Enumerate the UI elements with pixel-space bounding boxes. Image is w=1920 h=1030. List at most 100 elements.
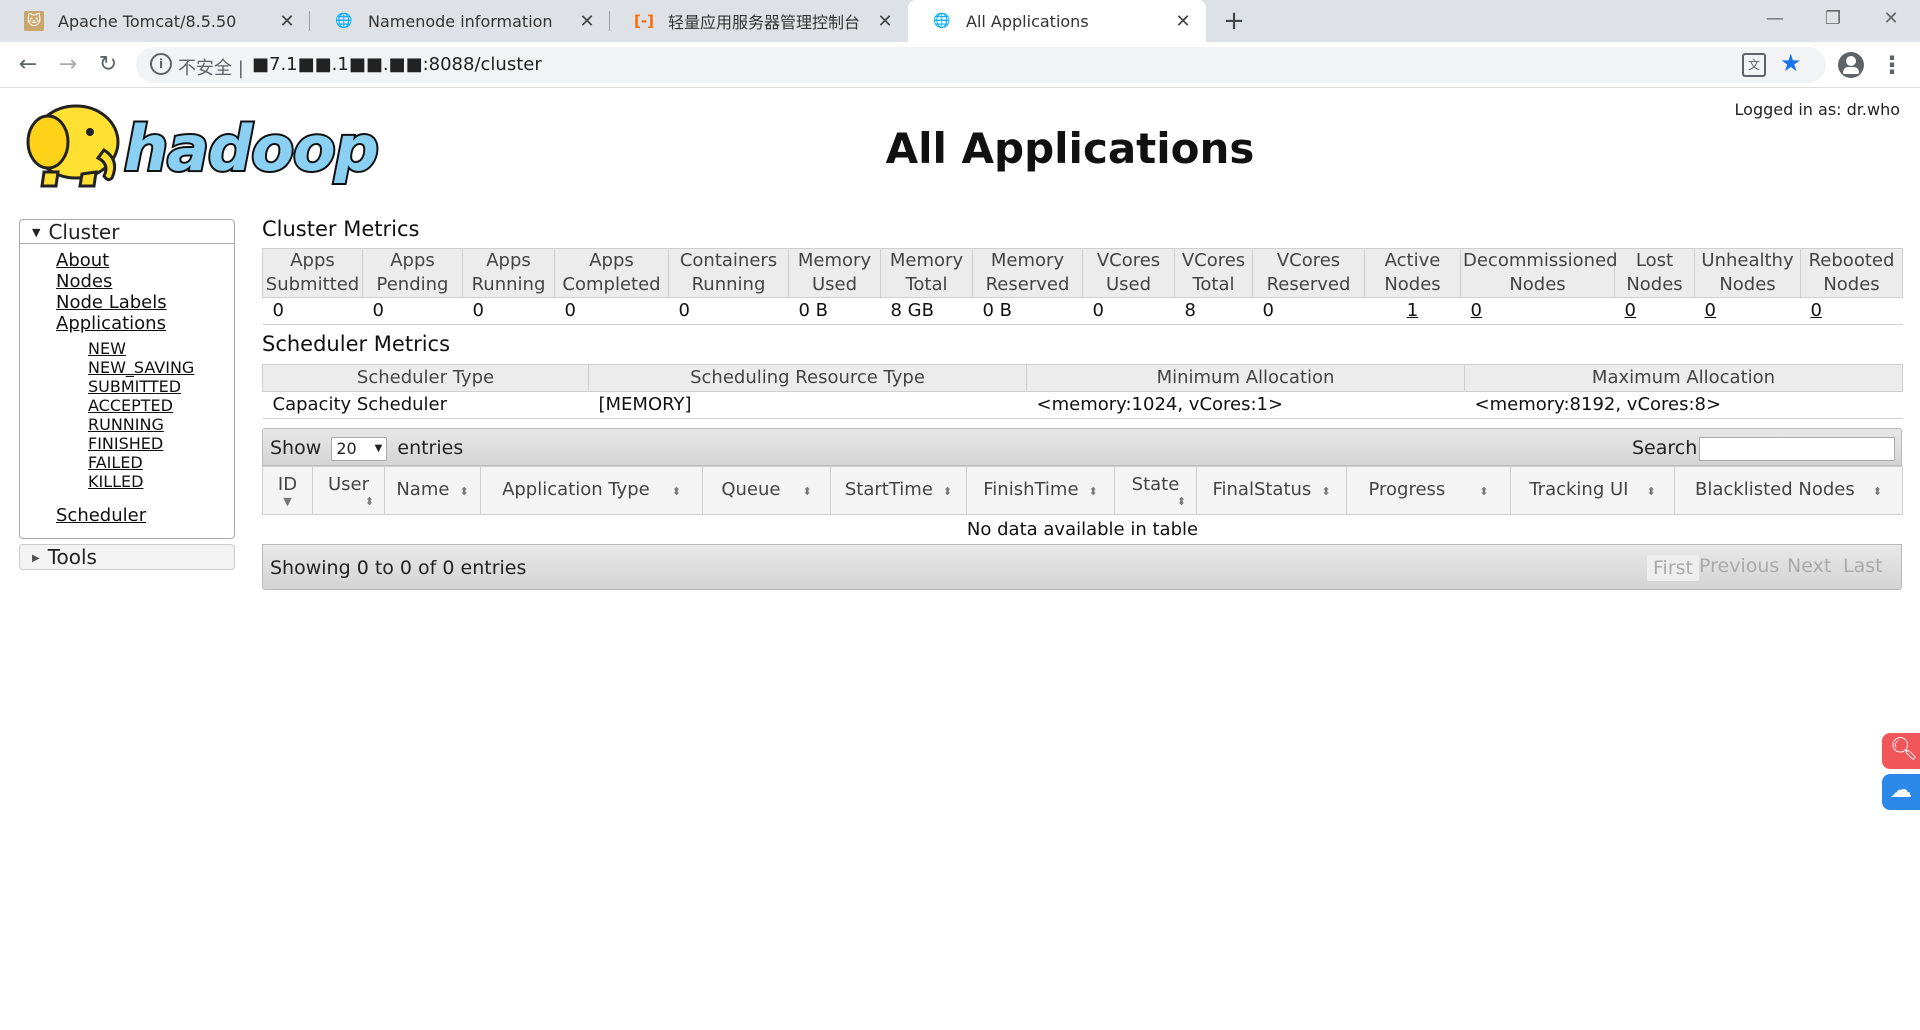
nav-link-state-killed[interactable]: KILLED [88, 472, 143, 491]
translate-icon[interactable]: 文 [1742, 53, 1766, 77]
col-scheduler-type: Scheduler Type [262, 364, 589, 392]
profile-avatar-icon[interactable] [1838, 52, 1864, 78]
address-bar[interactable]: i 不安全 | ■7.1■■.1■■.■■:8088/cluster 文 ★ [136, 47, 1826, 83]
pager-next-button[interactable]: Next [1787, 555, 1831, 577]
nav-link-nodes[interactable]: Nodes [56, 271, 112, 292]
col-name[interactable]: Name ⬍ [384, 466, 481, 515]
cloud-icon: ☁ [1890, 778, 1912, 803]
sort-icon: ⬍ [1872, 484, 1882, 498]
table-cell: 0 [668, 297, 789, 325]
reload-icon[interactable]: ↻ [92, 49, 124, 81]
forward-icon[interactable]: → [52, 49, 84, 81]
decommissioned-nodes-link[interactable]: 0 [1460, 297, 1615, 325]
empty-message: No data available in table [966, 519, 1199, 540]
url-text[interactable]: ■7.1■■.1■■.■■:8088/cluster [252, 54, 542, 75]
nav-link-state-failed[interactable]: FAILED [88, 453, 143, 472]
logged-in-label: Logged in as: dr.who [1734, 100, 1900, 119]
rebooted-nodes-link[interactable]: 0 [1800, 297, 1903, 325]
aliyun-icon: [-] [634, 12, 654, 30]
browser-menu-icon[interactable]: ⋮ [1880, 51, 1904, 79]
nav-link-state-submitted[interactable]: SUBMITTED [88, 377, 181, 396]
nav-link-state-accepted[interactable]: ACCEPTED [88, 396, 173, 415]
col-state[interactable]: State ⬍ [1114, 466, 1197, 515]
scheduler-metrics-value-row: Capacity Scheduler [MEMORY] <memory:1024… [262, 391, 1903, 419]
col-finishtime[interactable]: FinishTime ⬍ [966, 466, 1115, 515]
scheduler-metrics-title: Scheduler Metrics [262, 332, 451, 356]
close-tab-icon[interactable]: ✕ [874, 11, 896, 32]
col-id[interactable]: ID ▼ [262, 466, 313, 515]
tomcat-icon: 🐱 [24, 11, 44, 31]
applications-table: ID ▼ User ⬍ Name ⬍ Application Type ⬍ Queue ⬍… [262, 466, 1903, 545]
floating-cloud-button[interactable]: ☁ [1882, 774, 1920, 810]
tab-tomcat[interactable]: 🐱 Apache Tomcat/8.5.50 ✕ [0, 0, 310, 42]
col-decommissioned-nodes: Decommissioned Nodes [1460, 248, 1618, 298]
table-cell: Capacity Scheduler [262, 391, 589, 419]
table-cell: 0 [462, 297, 555, 325]
col-apps-running: Apps Running [462, 248, 555, 298]
col-progress[interactable]: Progress ⬍ [1346, 466, 1511, 515]
col-starttime[interactable]: StartTime ⬍ [830, 466, 967, 515]
table-cell: <memory:8192, vCores:8> [1464, 391, 1903, 419]
sort-icon: ⬍ [459, 484, 469, 498]
nav-link-state-new-saving[interactable]: NEW_SAVING [88, 358, 194, 377]
tab-all-applications[interactable]: 🌐 All Applications ✕ [908, 0, 1206, 42]
col-apps-completed: Apps Completed [554, 248, 669, 298]
sort-icon: ⬍ [1321, 484, 1331, 498]
col-lost-nodes: Lost Nodes [1614, 248, 1695, 298]
col-unhealthy-nodes: Unhealthy Nodes [1694, 248, 1801, 298]
restore-icon[interactable]: ❐ [1804, 0, 1862, 40]
col-vcores-reserved: VCores Reserved [1252, 248, 1365, 298]
nav-link-about[interactable]: About [56, 250, 109, 271]
lost-nodes-link[interactable]: 0 [1614, 297, 1695, 325]
page-size-select[interactable]: 20 ▼ [331, 437, 388, 461]
cluster-nav-header[interactable]: ▼ Cluster [20, 220, 234, 244]
col-tracking-ui[interactable]: Tracking UI ⬍ [1510, 466, 1675, 515]
nav-link-applications[interactable]: Applications [56, 313, 166, 334]
search-input[interactable] [1699, 437, 1895, 461]
col-maximum-allocation: Maximum Allocation [1464, 364, 1903, 392]
close-tab-icon[interactable]: ✕ [576, 11, 598, 32]
bookmark-star-icon[interactable]: ★ [1780, 49, 1802, 77]
table-cell: 0 B [788, 297, 881, 325]
chevron-down-icon: ▼ [374, 443, 383, 454]
table-cell: 8 [1174, 297, 1253, 325]
table-cell: 0 B [972, 297, 1083, 325]
col-active-nodes: Active Nodes [1364, 248, 1461, 298]
tab-namenode[interactable]: 🌐 Namenode information ✕ [310, 0, 610, 42]
nav-link-state-new[interactable]: NEW [88, 339, 126, 358]
col-queue[interactable]: Queue ⬍ [702, 466, 831, 515]
unhealthy-nodes-link[interactable]: 0 [1694, 297, 1801, 325]
active-nodes-link[interactable]: 1 [1364, 297, 1461, 325]
page-title: All Applications [885, 124, 1255, 173]
col-application-type[interactable]: Application Type ⬍ [480, 466, 703, 515]
nav-link-state-finished[interactable]: FINISHED [88, 434, 163, 453]
close-tab-icon[interactable]: ✕ [276, 11, 298, 32]
nav-link-state-running[interactable]: RUNNING [88, 415, 164, 434]
col-blacklisted-nodes[interactable]: Blacklisted Nodes ⬍ [1674, 466, 1903, 515]
table-cell: 8 GB [880, 297, 973, 325]
back-icon[interactable]: ← [12, 49, 44, 81]
tab-aliyun-console[interactable]: [-] 轻量应用服务器管理控制台 ✕ [610, 0, 908, 42]
caret-right-icon: ▶ [32, 553, 40, 564]
tab-bar: 🐱 Apache Tomcat/8.5.50 ✕ 🌐 Namenode info… [0, 0, 1920, 42]
pager-first-button[interactable]: First [1647, 555, 1699, 581]
close-tab-icon[interactable]: ✕ [1172, 11, 1194, 32]
search-label: Search: [1632, 437, 1704, 459]
sort-icon: ⬍ [1646, 484, 1656, 498]
col-finalstatus[interactable]: FinalStatus ⬍ [1196, 466, 1347, 515]
search-icon: 🔍︎ [1890, 737, 1918, 762]
nav-link-scheduler[interactable]: Scheduler [56, 505, 146, 526]
window-close-icon[interactable]: ✕ [1862, 0, 1920, 40]
info-icon[interactable]: i [150, 53, 172, 75]
minimize-icon[interactable]: — [1746, 0, 1804, 40]
pager-last-button[interactable]: Last [1843, 555, 1883, 577]
sort-icon: ⬍ [364, 494, 374, 508]
tools-nav-header[interactable]: ▶ Tools [19, 544, 235, 570]
table-cell: <memory:1024, vCores:1> [1026, 391, 1465, 419]
nav-link-node-labels[interactable]: Node Labels [56, 292, 167, 313]
pager-previous-button[interactable]: Previous [1699, 555, 1779, 577]
new-tab-button[interactable]: + [1219, 6, 1249, 36]
floating-search-button[interactable]: 🔍︎ [1882, 733, 1920, 769]
sort-icon: ▼ [283, 494, 292, 508]
col-user[interactable]: User ⬍ [312, 466, 385, 515]
